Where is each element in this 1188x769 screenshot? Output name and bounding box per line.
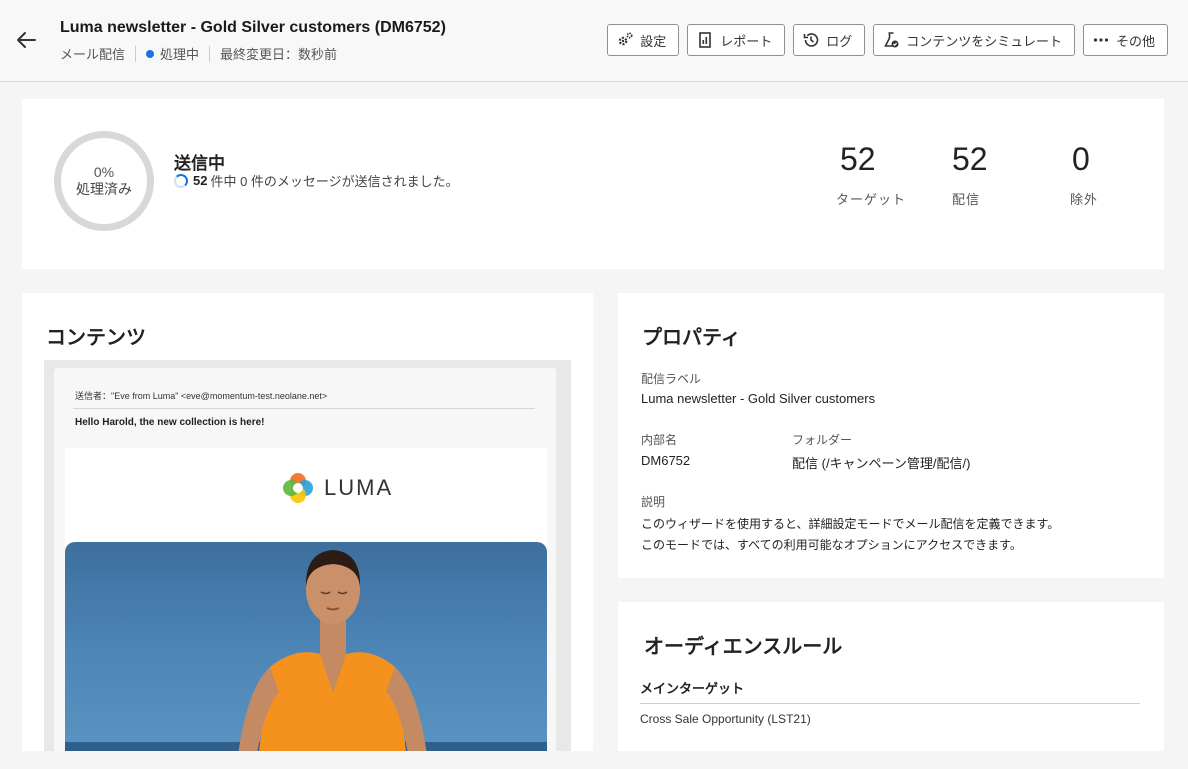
report-icon (699, 32, 712, 48)
metric-target-value: 52 (840, 141, 876, 177)
header-actions: 設定 レポート ログ コンテンツをシミュレート その他 (607, 24, 1168, 56)
content-card: コンテンツ 送信者："Eve from Luma" <eve@momentum-… (22, 293, 593, 751)
settings-button-label: 設定 (640, 33, 667, 49)
message-total-count: 52 (193, 173, 208, 188)
metric-delivered: 52 配信 (952, 139, 988, 208)
folder-value: 配信 (/キャンペーン管理/配信/) (792, 456, 971, 471)
log-button[interactable]: ログ (793, 24, 866, 56)
message-status-text: 件中 0 件のメッセージが送信されました。 (210, 174, 459, 189)
sending-status-message: 52 件中 0 件のメッセージが送信されました。 (174, 171, 459, 190)
audience-rules-card: オーディエンスルール メインターゲット Cross Sale Opportuni… (618, 602, 1164, 751)
email-preview-frame: 送信者："Eve from Luma" <eve@momentum-test.n… (54, 368, 556, 751)
email-sender: 送信者："Eve from Luma" <eve@momentum-test.n… (75, 391, 328, 401)
metric-delivered-value: 52 (952, 141, 988, 177)
divider (135, 45, 137, 62)
report-button[interactable]: レポート (687, 24, 786, 56)
metric-excluded-value: 0 (1072, 141, 1090, 177)
metric-target: 52 ターゲット (836, 139, 906, 208)
delivery-status-card: 0% 処理済み 送信中 52 件中 0 件のメッセージが送信されました。 52 … (22, 99, 1164, 269)
main-target-value: Cross Sale Opportunity (LST21) (640, 712, 811, 726)
progress-percent: 0% (93, 164, 115, 180)
description-line-1: このウィザードを使用すると、詳細設定モードでメール配信を定義できます。 (641, 517, 1060, 531)
internal-name-caption: 内部名 (641, 433, 678, 447)
properties-title: プロパティ (642, 327, 741, 349)
luma-logo-text: LUMA (324, 475, 394, 500)
luma-logo: LUMA (281, 471, 393, 505)
page-title: Luma newsletter - Gold Silver customers … (60, 19, 446, 36)
content-title: コンテンツ (46, 327, 146, 349)
description-line-2: このモードでは、すべての利用可能なオプションにアクセスできます。 (641, 538, 1022, 552)
internal-name-value: DM6752 (641, 453, 691, 468)
audience-rules-title: オーディエンスルール (644, 636, 843, 658)
email-body: LUMA (65, 448, 547, 751)
status-dot (146, 49, 155, 58)
metric-excluded-label: 除外 (1070, 192, 1099, 207)
metric-delivered-label: 配信 (952, 192, 981, 207)
luma-logo-icon (283, 473, 313, 503)
page-subtitle: メール配信 処理中 最終変更日：数秒前 (60, 44, 337, 63)
last-modified: 最終変更日：数秒前 (220, 47, 338, 62)
simulate-content-button[interactable]: コンテンツをシミュレート (873, 24, 1075, 56)
divider (640, 703, 1140, 704)
more-button-label: その他 (1115, 33, 1155, 49)
more-icon (1093, 38, 1109, 42)
flask-icon (884, 32, 899, 48)
more-button[interactable]: その他 (1082, 24, 1168, 56)
properties-card: プロパティ 配信ラベル Luma newsletter - Gold Silve… (618, 293, 1164, 578)
email-preview[interactable]: 送信者："Eve from Luma" <eve@momentum-test.n… (44, 360, 571, 751)
folder-caption: フォルダー (792, 433, 853, 447)
delivery-label-caption: 配信ラベル (641, 372, 702, 386)
metric-excluded: 0 除外 (1070, 139, 1098, 208)
status-label: 処理中 (160, 47, 200, 62)
report-button-label: レポート (720, 33, 773, 49)
history-icon (803, 33, 819, 47)
loading-spinner-icon (174, 173, 188, 188)
page-header: Luma newsletter - Gold Silver customers … (0, 0, 1188, 82)
channel-label: メール配信 (60, 47, 126, 62)
divider (209, 45, 211, 62)
divider (73, 408, 535, 409)
description-caption: 説明 (641, 495, 666, 509)
gear-icon (618, 32, 633, 46)
delivery-label-value: Luma newsletter - Gold Silver customers (641, 391, 876, 406)
progress-label: 処理済み (76, 181, 132, 197)
email-subject: Hello Harold, the new collection is here… (75, 417, 265, 428)
back-arrow-icon[interactable] (14, 28, 42, 52)
settings-button[interactable]: 設定 (607, 24, 680, 56)
simulate-button-label: コンテンツをシミュレート (906, 33, 1062, 49)
main-target-caption: メインターゲット (640, 681, 745, 696)
metric-target-label: ターゲット (836, 192, 907, 207)
hero-image (65, 542, 547, 751)
progress-ring: 0% 処理済み (54, 131, 154, 231)
log-button-label: ログ (826, 33, 853, 49)
